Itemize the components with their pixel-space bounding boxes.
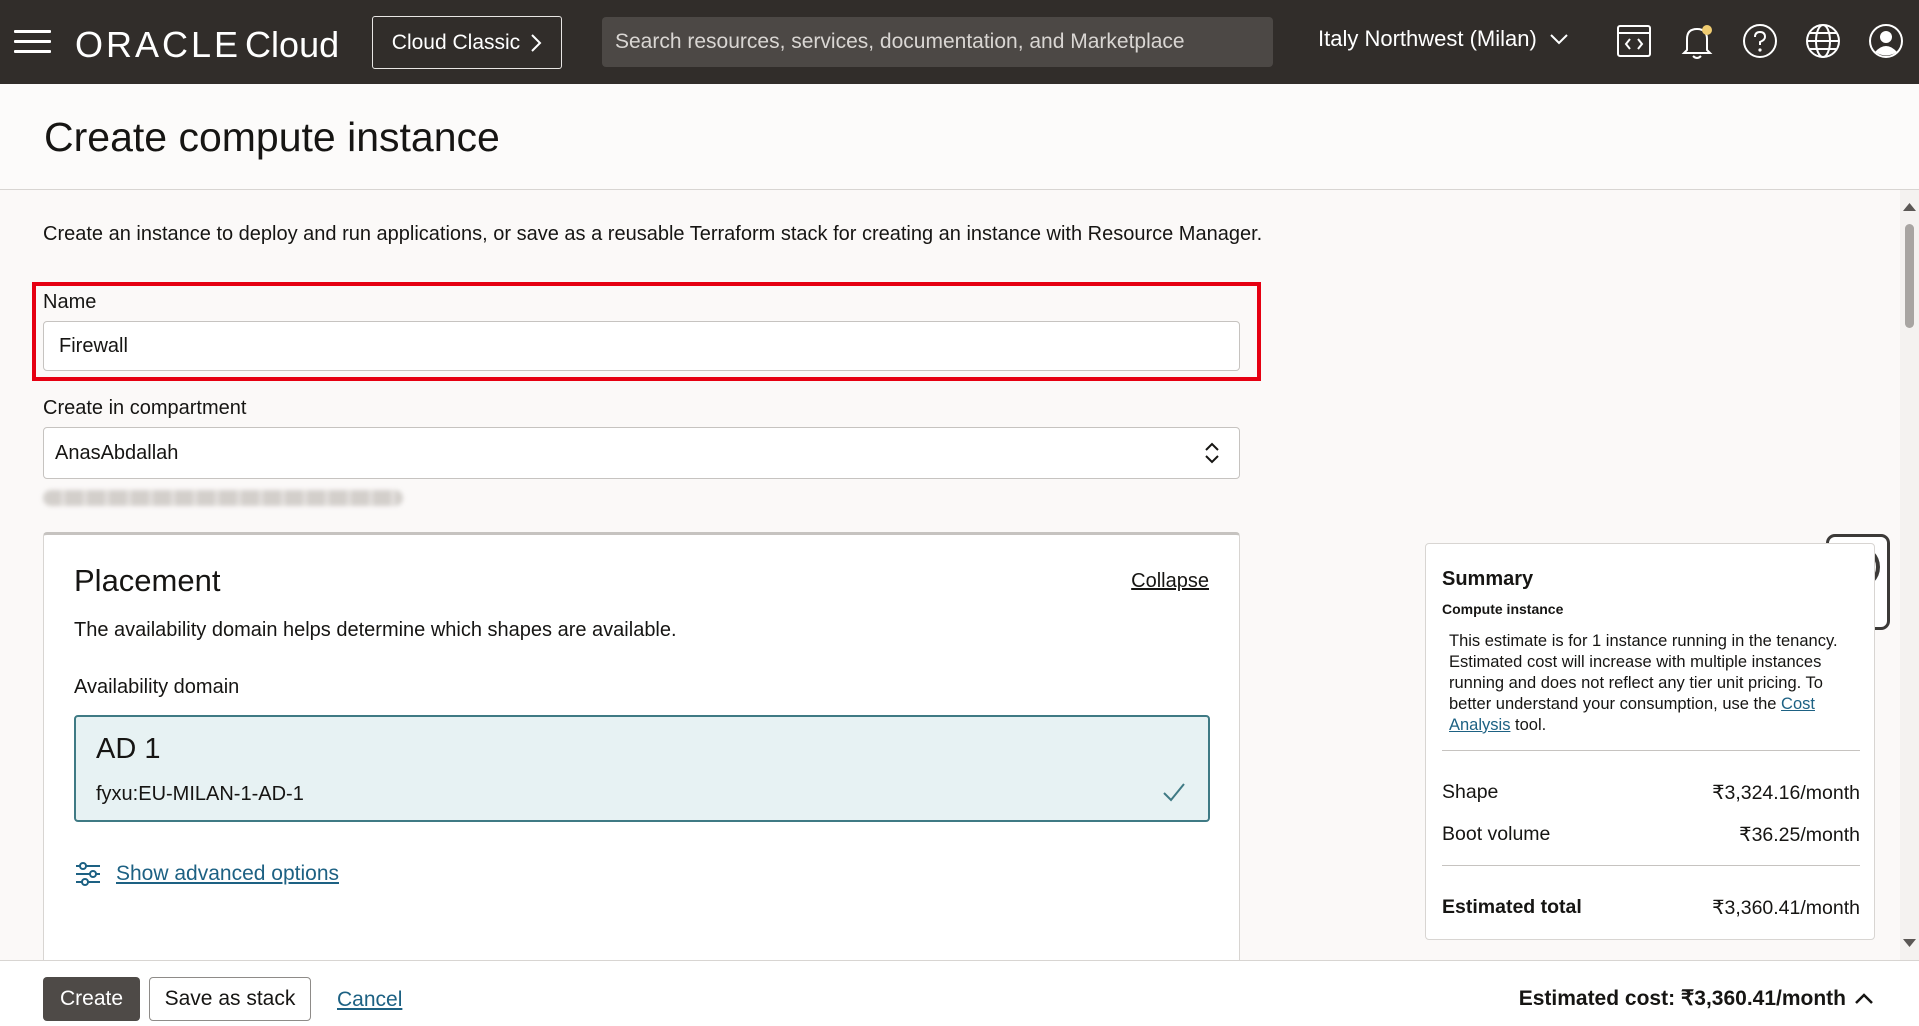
shape-label: Shape <box>1442 781 1499 803</box>
chevron-right-icon <box>531 33 542 52</box>
summary-note-text: This estimate is for 1 instance running … <box>1449 632 1838 713</box>
collapse-link[interactable]: Collapse <box>1131 570 1209 593</box>
boot-volume-label: Boot volume <box>1442 823 1551 845</box>
page-scrollbar[interactable] <box>1900 190 1919 960</box>
availability-domain-option-ad1[interactable]: AD 1 fyxu:EU-MILAN-1-AD-1 <box>74 715 1210 822</box>
page-title: Create compute instance <box>44 114 500 160</box>
oracle-cloud-logo[interactable]: ORACLE Cloud <box>75 24 339 66</box>
show-advanced-options-label: Show advanced options <box>116 862 339 885</box>
checkmark-icon <box>1163 783 1185 802</box>
chevron-down-icon <box>1550 34 1568 45</box>
cost-summary-panel: Summary Compute instance This estimate i… <box>1425 543 1875 940</box>
scroll-up-arrow-icon[interactable] <box>1900 200 1919 214</box>
region-label: Italy Northwest (Milan) <box>1318 26 1537 51</box>
estimated-total-label: Estimated total <box>1442 896 1582 918</box>
chevron-up-icon <box>1855 992 1873 1004</box>
cloud-classic-label: Cloud Classic <box>391 30 521 54</box>
sliders-icon <box>76 862 100 886</box>
summary-row-shape: Shape ₹3,324.16/month <box>1442 781 1860 805</box>
action-footer: Create Save as stack Cancel Estimated co… <box>0 960 1919 1026</box>
show-advanced-options-link[interactable]: Show advanced options <box>74 861 339 887</box>
estimated-cost-label: Estimated cost: ₹3,360.41/month <box>1518 987 1846 1010</box>
logo-oracle-text: ORACLE <box>75 24 242 65</box>
placement-description: The availability domain helps determine … <box>74 619 677 641</box>
search-placeholder: Search resources, services, documentatio… <box>615 30 1185 53</box>
availability-domain-label: Availability domain <box>74 676 240 698</box>
help-icon[interactable] <box>1741 22 1779 60</box>
main-content: Create an instance to deploy and run app… <box>0 190 1900 960</box>
save-as-stack-button[interactable]: Save as stack <box>149 977 311 1021</box>
region-selector[interactable]: Italy Northwest (Milan) <box>1318 26 1569 52</box>
compartment-select[interactable]: AnasAbdallah <box>43 427 1240 479</box>
profile-icon[interactable] <box>1867 22 1905 60</box>
compartment-value: AnasAbdallah <box>55 441 179 464</box>
cloud-classic-button[interactable]: Cloud Classic <box>372 16 562 69</box>
globe-icon[interactable] <box>1804 22 1842 60</box>
placement-section: Placement Collapse The availability doma… <box>43 532 1240 960</box>
sort-chevrons-icon <box>1205 442 1219 464</box>
summary-note-end: tool. <box>1510 716 1547 734</box>
ad-identifier: fyxu:EU-MILAN-1-AD-1 <box>96 783 304 805</box>
estimated-cost-toggle[interactable]: Estimated cost: ₹3,360.41/month <box>1519 986 1874 1011</box>
scroll-down-arrow-icon[interactable] <box>1900 936 1919 950</box>
summary-title: Summary <box>1442 568 1534 590</box>
shape-cost: ₹3,324.16/month <box>1712 782 1860 804</box>
name-input[interactable]: Firewall <box>43 321 1240 371</box>
boot-volume-cost: ₹36.25/month <box>1739 824 1860 846</box>
estimated-total-value: ₹3,360.41/month <box>1712 897 1860 919</box>
summary-note: This estimate is for 1 instance running … <box>1449 631 1864 736</box>
scrollbar-thumb[interactable] <box>1905 224 1914 328</box>
code-editor-icon[interactable] <box>1615 22 1653 60</box>
create-button[interactable]: Create <box>43 977 140 1021</box>
compartment-ocid-redacted <box>43 490 403 506</box>
name-label: Name <box>43 291 97 313</box>
compartment-label: Create in compartment <box>43 397 247 419</box>
name-value: Firewall <box>59 334 128 357</box>
placement-title: Placement <box>74 563 221 598</box>
page-intro: Create an instance to deploy and run app… <box>43 223 1263 245</box>
top-navigation-bar: ORACLE Cloud Cloud Classic Search resourc… <box>0 0 1919 84</box>
global-search-input[interactable]: Search resources, services, documentatio… <box>602 17 1273 67</box>
page-header: Create compute instance <box>0 84 1919 190</box>
summary-row-total: Estimated total ₹3,360.41/month <box>1442 896 1860 920</box>
summary-divider <box>1442 750 1860 751</box>
menu-icon[interactable] <box>14 30 51 54</box>
cancel-link[interactable]: Cancel <box>337 988 402 1012</box>
ad-name: AD 1 <box>96 733 161 765</box>
summary-divider <box>1442 865 1860 866</box>
summary-row-boot-volume: Boot volume ₹36.25/month <box>1442 823 1860 847</box>
logo-cloud-text: Cloud <box>245 24 340 65</box>
summary-subtitle: Compute instance <box>1442 601 1564 617</box>
bell-icon[interactable] <box>1678 22 1716 60</box>
